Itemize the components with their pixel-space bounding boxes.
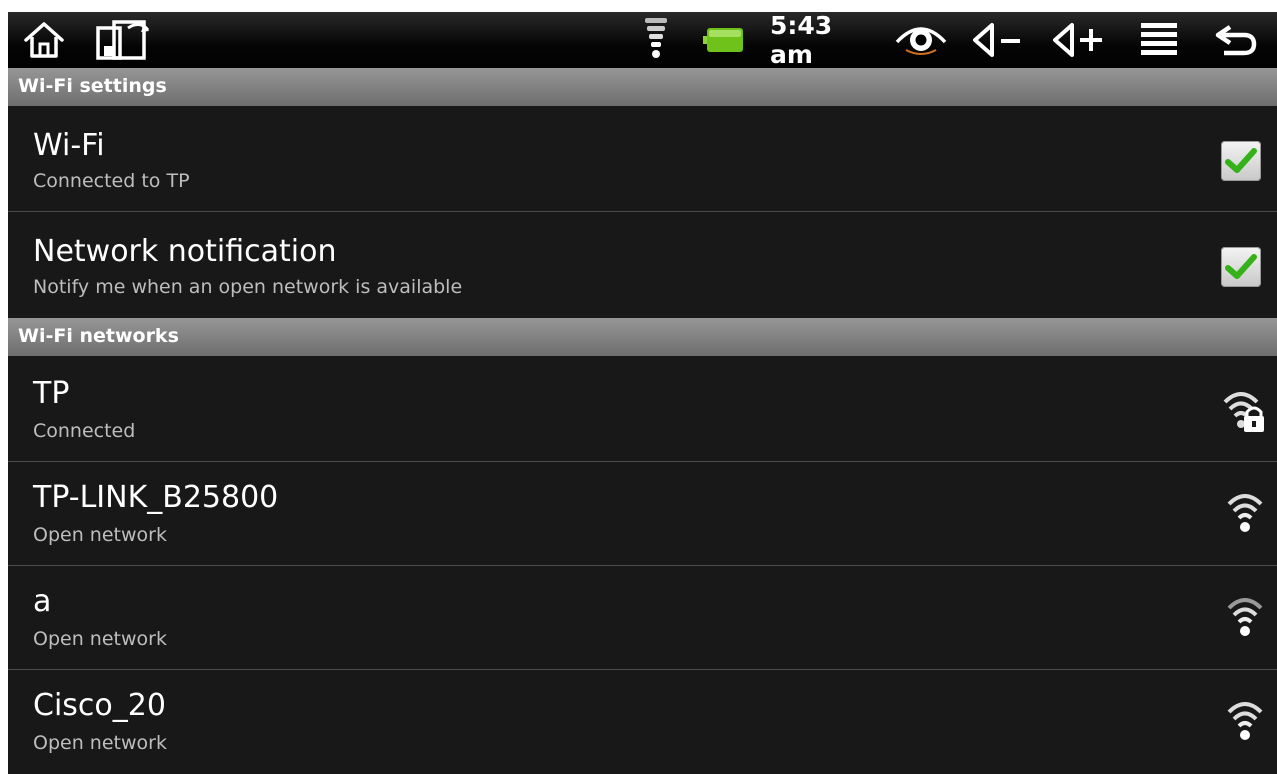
menu-icon[interactable]	[1134, 12, 1184, 68]
clock: 5:43 am	[770, 12, 833, 69]
network-ssid: Cisco_20	[33, 688, 166, 723]
network-ssid: TP-LINK_B25800	[33, 480, 279, 515]
network-status: Open network	[33, 732, 167, 754]
network-status: Open network	[33, 628, 167, 650]
status-bar: 5:43 am	[8, 12, 1277, 69]
recent-apps-icon[interactable]	[92, 12, 158, 68]
network-ssid: TP	[33, 376, 70, 411]
wifi-checkbox[interactable]	[1221, 141, 1261, 181]
wifi-icon	[1225, 488, 1265, 540]
network-ssid: a	[33, 584, 52, 619]
section-title: Wi-Fi settings	[18, 75, 167, 97]
section-header-wifi-settings: Wi-Fi settings	[8, 68, 1277, 106]
back-icon[interactable]	[1208, 12, 1264, 68]
screen: 5:43 am Wi-Fi settings Wi-Fi Connected t…	[8, 12, 1277, 774]
home-icon[interactable]	[18, 12, 70, 68]
network-status: Open network	[33, 524, 167, 546]
eye-icon[interactable]	[892, 12, 950, 68]
setting-summary: Connected to TP	[33, 170, 190, 192]
section-header-wifi-networks: Wi-Fi networks	[8, 318, 1277, 356]
setting-row-wifi[interactable]: Wi-Fi Connected to TP	[8, 106, 1277, 212]
network-row[interactable]: a Open network	[8, 566, 1277, 670]
setting-summary: Notify me when an open network is availa…	[33, 276, 463, 298]
checkmark-icon	[1225, 148, 1257, 173]
wifi-locked-icon	[1221, 386, 1265, 438]
checkmark-icon	[1225, 254, 1257, 279]
setting-title: Wi-Fi	[33, 128, 105, 163]
network-status: Connected	[33, 420, 136, 442]
network-row[interactable]: TP Connected	[8, 356, 1277, 462]
section-title: Wi-Fi networks	[18, 325, 179, 347]
wifi-signal-icon	[640, 12, 672, 68]
network-row[interactable]: Cisco_20 Open network	[8, 670, 1277, 774]
setting-row-network-notification[interactable]: Network notification Notify me when an o…	[8, 212, 1277, 318]
volume-up-icon[interactable]	[1048, 12, 1108, 68]
network-row[interactable]: TP-LINK_B25800 Open network	[8, 462, 1277, 566]
wifi-icon	[1225, 592, 1265, 644]
network-notification-checkbox[interactable]	[1221, 247, 1261, 287]
volume-down-icon[interactable]	[968, 12, 1028, 68]
battery-icon	[702, 12, 746, 68]
setting-title: Network notification	[33, 234, 337, 269]
wifi-icon	[1225, 696, 1265, 748]
